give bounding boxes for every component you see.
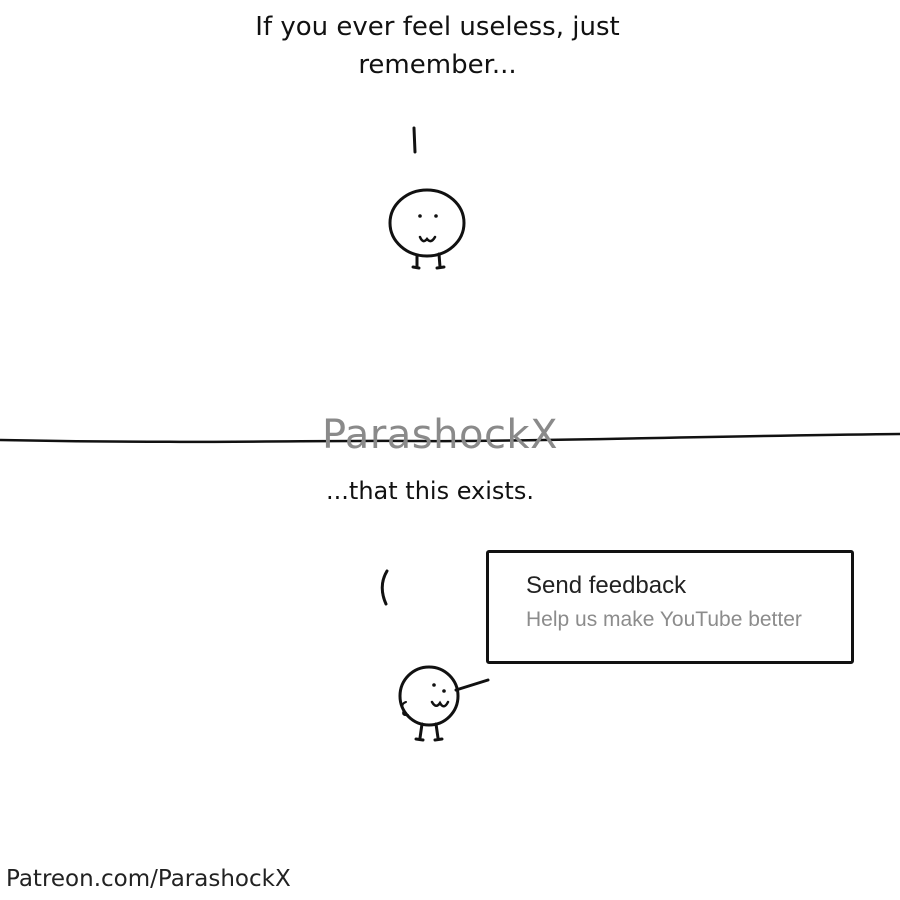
send-feedback-subtitle: Help us make YouTube better: [526, 608, 802, 631]
motion-line-icon: [412, 126, 417, 154]
blob-character-pointing-icon: [398, 665, 490, 742]
watermark: ParashockX: [321, 412, 558, 458]
motion-arc-icon: [380, 569, 389, 606]
send-feedback-title: Send feedback: [526, 572, 687, 599]
top-caption: If you ever feel useless, just remember.…: [255, 12, 620, 80]
send-feedback-menu-item[interactable]: Send feedback Help us make YouTube bette…: [486, 550, 854, 664]
blob-character-icon: [388, 188, 466, 270]
patreon-credit: Patreon.com/ParashockX: [6, 866, 291, 892]
bottom-caption: ...that this exists.: [326, 477, 534, 505]
